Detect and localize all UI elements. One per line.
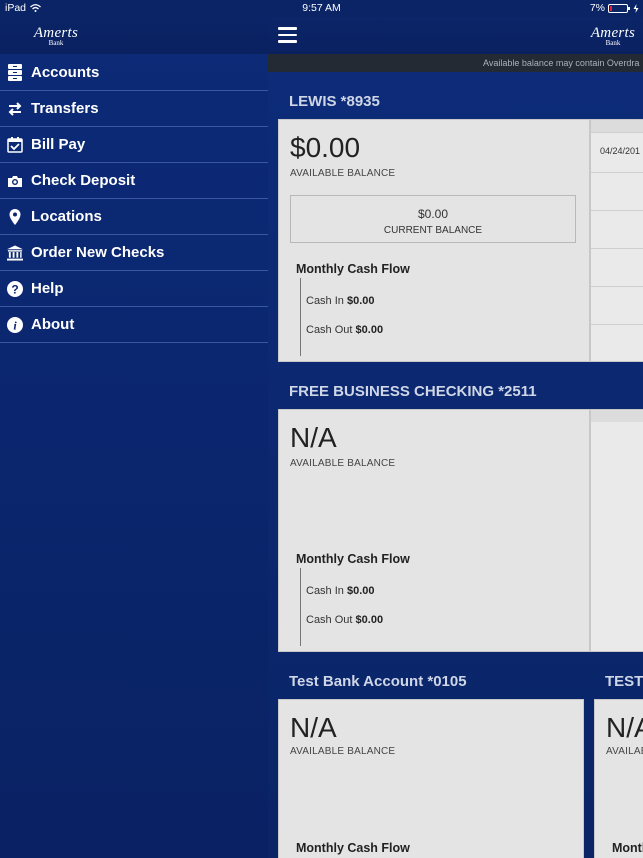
top-navigation-bar: Amerts Bank [268, 17, 643, 54]
menu-item-label: Order New Checks [31, 244, 165, 261]
menu-item-label: Transfers [31, 100, 99, 117]
location-pin-icon [7, 208, 23, 225]
menu-item-label: Bill Pay [31, 136, 86, 153]
menu-item-transfers[interactable]: Transfers [0, 91, 268, 127]
menu-item-bill-pay[interactable]: Bill Pay [0, 127, 268, 163]
cash-out-row: Cash Out $0.00 [306, 324, 384, 336]
available-balance-value: N/A [606, 712, 643, 743]
svg-text:?: ? [11, 282, 18, 296]
menu-item-order-new-checks[interactable]: Order New Checks [0, 235, 268, 271]
clock: 9:57 AM [302, 2, 341, 14]
account-title[interactable]: Test Bank Account *0105 [289, 673, 467, 690]
available-balance-label: AVAILABLE BALANCE [290, 746, 396, 757]
available-balance-label: AVAILABLE BALANCE [606, 746, 643, 757]
charging-icon [633, 3, 639, 13]
menu-item-help[interactable]: ? Help [0, 271, 268, 307]
transactions-panel: 04/24/201 [590, 119, 643, 362]
accounts-view: Amerts Bank Available balance may contai… [268, 0, 643, 858]
cash-flow-axis [300, 568, 301, 646]
calendar-check-icon [7, 136, 23, 153]
account-title[interactable]: TEST [605, 673, 643, 690]
current-balance-label: CURRENT BALANCE [383, 225, 483, 236]
bank-icon [7, 244, 23, 261]
menu-item-label: About [31, 316, 75, 333]
bank-logo: Amerts Bank [590, 25, 636, 47]
info-icon: i [7, 316, 23, 333]
status-bar: iPad 9:57 AM 7% [0, 0, 643, 17]
overdraft-notice-banner: Available balance may contain Overdra [268, 54, 643, 72]
available-balance-value: N/A [290, 712, 337, 743]
account-card[interactable]: N/A AVAILABLE BALANCE Monthly Cash Flow [278, 699, 584, 858]
menu-item-about[interactable]: i About [0, 307, 268, 343]
help-icon: ? [7, 280, 23, 297]
transfers-icon [7, 101, 23, 117]
battery-icon [608, 3, 630, 13]
cash-out-row: Cash Out $0.00 [306, 614, 384, 626]
menu-item-check-deposit[interactable]: Check Deposit [0, 163, 268, 199]
cash-in-row: Cash In $0.00 [306, 585, 375, 597]
menu-item-accounts[interactable]: Accounts [0, 55, 268, 91]
hamburger-menu-icon[interactable] [278, 27, 297, 43]
available-balance-value: N/A [290, 422, 337, 453]
menu-item-label: Check Deposit [31, 172, 136, 189]
monthly-cash-flow-title: Monthly Cash Flow [612, 841, 643, 855]
available-balance-value: $0.00 [290, 132, 361, 163]
menu-item-label: Locations [31, 208, 102, 225]
cash-in-row: Cash In $0.00 [306, 295, 375, 307]
current-balance-box: $0.00 CURRENT BALANCE [290, 195, 576, 243]
transactions-panel [590, 409, 643, 652]
account-title[interactable]: FREE BUSINESS CHECKING *2511 [289, 383, 537, 400]
accounts-icon [7, 64, 23, 81]
monthly-cash-flow-title: Monthly Cash Flow [296, 552, 410, 566]
transaction-date: 04/24/201 [600, 146, 641, 156]
sidebar-header: Amerts Bank [0, 17, 268, 54]
current-balance-value: $0.00 [417, 207, 449, 221]
cash-flow-axis [300, 278, 301, 356]
account-card[interactable]: N/A AVAILABLE BALANCE Monthly Cash Flow … [278, 409, 590, 652]
monthly-cash-flow-title: Monthly Cash Flow [296, 262, 410, 276]
menu-item-label: Accounts [31, 64, 100, 81]
account-title[interactable]: LEWIS *8935 [289, 93, 380, 110]
available-balance-label: AVAILABLE BALANCE [290, 458, 396, 469]
battery-percent: 7% [589, 2, 605, 14]
bank-logo: Amerts Bank [33, 25, 79, 47]
nav-menu: Accounts Transfers Bill Pay Check Deposi… [0, 55, 268, 343]
menu-item-locations[interactable]: Locations [0, 199, 268, 235]
account-card[interactable]: $0.00 AVAILABLE BALANCE $0.00 CURRENT BA… [278, 119, 590, 362]
sidebar-menu: Amerts Bank Accounts Transfers Bill Pay [0, 0, 268, 858]
camera-icon [7, 173, 23, 189]
menu-item-label: Help [31, 280, 64, 297]
transaction-row[interactable]: 04/24/201 [591, 132, 643, 173]
available-balance-label: AVAILABLE BALANCE [290, 168, 396, 179]
account-card[interactable]: N/A AVAILABLE BALANCE Monthly Cash Flow [594, 699, 643, 858]
monthly-cash-flow-title: Monthly Cash Flow [296, 841, 410, 855]
